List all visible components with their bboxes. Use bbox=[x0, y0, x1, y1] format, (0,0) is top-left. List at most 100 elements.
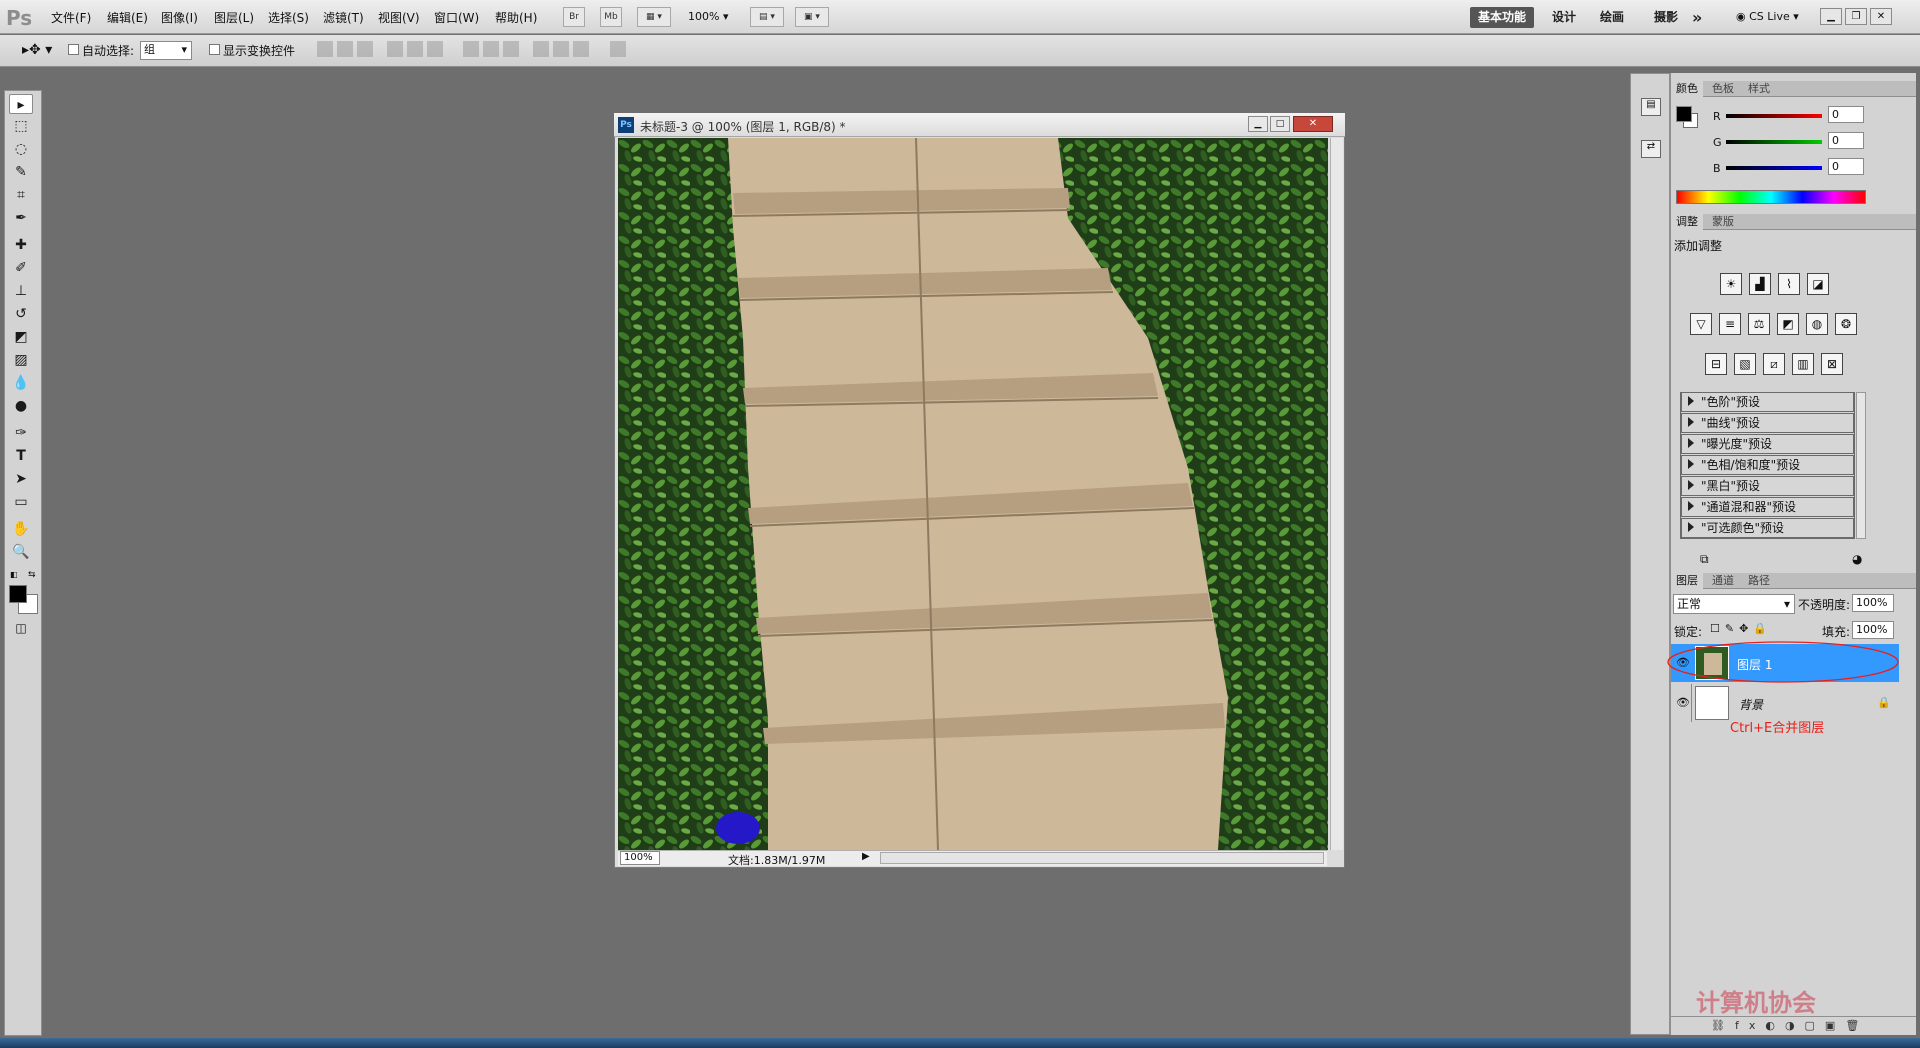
history-panel-icon[interactable]: ▤ bbox=[1641, 98, 1661, 116]
vertical-scrollbar[interactable] bbox=[1330, 138, 1343, 850]
doc-close-button[interactable]: ✕ bbox=[1293, 116, 1333, 132]
arrange-docs-button[interactable]: ▤ ▾ bbox=[750, 7, 784, 27]
photo-filter-icon[interactable]: ◍ bbox=[1806, 313, 1828, 335]
screen-mode-button[interactable]: ▣ ▾ bbox=[795, 7, 829, 27]
marquee-tool-icon[interactable]: ⬚ bbox=[9, 116, 33, 136]
menu-help[interactable]: 帮助(H) bbox=[495, 9, 537, 26]
preset-hue-saturation[interactable]: "色相/饱和度"预设 bbox=[1681, 455, 1854, 475]
channel-r-value[interactable]: 0 bbox=[1828, 106, 1864, 123]
menu-select[interactable]: 选择(S) bbox=[268, 9, 309, 26]
default-colors-icon[interactable]: ◧ bbox=[10, 570, 18, 579]
workspace-painting[interactable]: 绘画 bbox=[1592, 7, 1632, 28]
align-vcenter-icon[interactable] bbox=[337, 41, 353, 57]
channel-b-slider[interactable] bbox=[1726, 166, 1822, 170]
path-select-tool-icon[interactable]: ➤ bbox=[9, 469, 33, 489]
shape-tool-icon[interactable]: ▭ bbox=[9, 492, 33, 512]
status-zoom-field[interactable]: 100% bbox=[620, 851, 660, 865]
dodge-tool-icon[interactable]: ● bbox=[9, 396, 33, 416]
align-hcenter-icon[interactable] bbox=[407, 41, 423, 57]
color-balance-icon[interactable]: ⚖ bbox=[1748, 313, 1770, 335]
view-extras-button[interactable]: ▦ ▾ bbox=[637, 7, 671, 27]
lock-options-icon[interactable]: ☐✎✥🔒 bbox=[1710, 622, 1772, 635]
menu-layer[interactable]: 图层(L) bbox=[214, 9, 254, 26]
auto-align-icon[interactable] bbox=[610, 41, 626, 57]
quick-mask-icon[interactable]: ◫ bbox=[9, 618, 33, 638]
document-canvas[interactable] bbox=[618, 138, 1328, 850]
align-left-icon[interactable] bbox=[387, 41, 403, 57]
adjust-options-icon[interactable]: ◕ bbox=[1852, 552, 1862, 566]
opacity-field[interactable]: 100% bbox=[1852, 594, 1894, 612]
mini-bridge-button[interactable]: Mb bbox=[600, 7, 622, 27]
distribute-bottom-icon[interactable] bbox=[503, 41, 519, 57]
horizontal-scrollbar[interactable] bbox=[880, 852, 1324, 864]
channel-b-value[interactable]: 0 bbox=[1828, 158, 1864, 175]
type-tool-icon[interactable]: T bbox=[9, 446, 33, 466]
preset-levels[interactable]: "色阶"预设 bbox=[1681, 392, 1854, 412]
cs-live-button[interactable]: ◉ CS Live ▾ bbox=[1736, 10, 1799, 23]
tab-color[interactable]: 颜色 bbox=[1671, 81, 1703, 97]
channel-r-slider[interactable] bbox=[1726, 114, 1822, 118]
foreground-color-swatch[interactable] bbox=[9, 585, 27, 603]
pen-tool-icon[interactable]: ✑ bbox=[9, 423, 33, 443]
selective-color-icon[interactable]: ⊠ bbox=[1821, 353, 1843, 375]
align-bottom-icon[interactable] bbox=[357, 41, 373, 57]
zoom-tool-icon[interactable]: 🔍 bbox=[9, 542, 33, 562]
auto-select-checkbox[interactable] bbox=[68, 44, 79, 55]
tab-adjustments[interactable]: 调整 bbox=[1671, 214, 1703, 230]
more-workspaces-button[interactable]: » bbox=[1684, 7, 1710, 28]
fg-color-swatch[interactable] bbox=[1676, 106, 1692, 122]
brush-tool-icon[interactable]: ✐ bbox=[9, 258, 33, 278]
blur-tool-icon[interactable]: 💧 bbox=[9, 373, 33, 393]
healing-brush-tool-icon[interactable]: ✚ bbox=[9, 235, 33, 255]
doc-minimize-button[interactable]: ▁ bbox=[1248, 116, 1268, 132]
distribute-right-icon[interactable] bbox=[573, 41, 589, 57]
channel-mixer-icon[interactable]: ❂ bbox=[1835, 313, 1857, 335]
tab-styles[interactable]: 样式 bbox=[1743, 81, 1775, 97]
threshold-icon[interactable]: ⧄ bbox=[1763, 353, 1785, 375]
gradient-map-icon[interactable]: ▥ bbox=[1792, 353, 1814, 375]
channel-g-slider[interactable] bbox=[1726, 140, 1822, 144]
eyedropper-tool-icon[interactable]: ✒ bbox=[9, 208, 33, 228]
swap-colors-icon[interactable]: ⇆ bbox=[28, 570, 36, 580]
blend-mode-dropdown[interactable]: 正常 ▾ bbox=[1673, 594, 1795, 614]
layers-footer-buttons[interactable]: ⛓fx◐◑▢▣🗑 bbox=[1671, 1016, 1916, 1034]
tab-channels[interactable]: 通道 bbox=[1707, 573, 1739, 589]
status-menu-arrow-icon[interactable]: ▶ bbox=[862, 851, 870, 862]
color-spectrum-bar[interactable] bbox=[1676, 190, 1866, 204]
presets-scrollbar[interactable] bbox=[1856, 392, 1866, 539]
preset-selective-color[interactable]: "可选颜色"预设 bbox=[1681, 518, 1854, 538]
vibrance-icon[interactable]: ▽ bbox=[1690, 313, 1712, 335]
hue-saturation-icon[interactable]: ≡ bbox=[1719, 313, 1741, 335]
align-right-icon[interactable] bbox=[427, 41, 443, 57]
menu-window[interactable]: 窗口(W) bbox=[434, 9, 479, 26]
clone-stamp-tool-icon[interactable]: ⊥ bbox=[9, 281, 33, 301]
move-tool-icon[interactable]: ▸ bbox=[9, 94, 33, 114]
lasso-tool-icon[interactable]: ◌ bbox=[9, 139, 33, 159]
restore-app-button[interactable]: ❐ bbox=[1845, 8, 1867, 25]
document-title-bar[interactable]: Ps 未标题-3 @ 100% (图层 1, RGB/8) * ▁ □ ✕ bbox=[614, 113, 1345, 137]
distribute-vcenter-icon[interactable] bbox=[483, 41, 499, 57]
workspace-design[interactable]: 设计 bbox=[1544, 7, 1584, 28]
distribute-top-icon[interactable] bbox=[463, 41, 479, 57]
posterize-icon[interactable]: ▧ bbox=[1734, 353, 1756, 375]
preset-exposure[interactable]: "曝光度"预设 bbox=[1681, 434, 1854, 454]
align-top-icon[interactable] bbox=[317, 41, 333, 57]
tab-masks[interactable]: 蒙版 bbox=[1707, 214, 1739, 230]
preset-black-white[interactable]: "黑白"预设 bbox=[1681, 476, 1854, 496]
history-brush-tool-icon[interactable]: ↺ bbox=[9, 304, 33, 324]
invert-icon[interactable]: ⊟ bbox=[1705, 353, 1727, 375]
bridge-button[interactable]: Br bbox=[563, 7, 585, 27]
auto-select-dropdown[interactable]: 组 ▾ bbox=[140, 41, 192, 60]
move-tool-preset-picker[interactable]: ▸✥ ▾ bbox=[22, 42, 52, 58]
minimize-app-button[interactable]: ▁ bbox=[1820, 8, 1842, 25]
preset-curves[interactable]: "曲线"预设 bbox=[1681, 413, 1854, 433]
workspace-essentials[interactable]: 基本功能 bbox=[1470, 7, 1535, 28]
hand-tool-icon[interactable]: ✋ bbox=[9, 519, 33, 539]
clip-to-layer-icon[interactable]: ⧉ bbox=[1700, 552, 1709, 567]
menu-edit[interactable]: 编辑(E) bbox=[107, 9, 148, 26]
tab-layers[interactable]: 图层 bbox=[1671, 573, 1703, 589]
fill-field[interactable]: 100% bbox=[1852, 621, 1894, 639]
menu-image[interactable]: 图像(I) bbox=[161, 9, 198, 26]
curves-icon[interactable]: ⌇ bbox=[1778, 273, 1800, 295]
eraser-tool-icon[interactable]: ◩ bbox=[9, 327, 33, 347]
